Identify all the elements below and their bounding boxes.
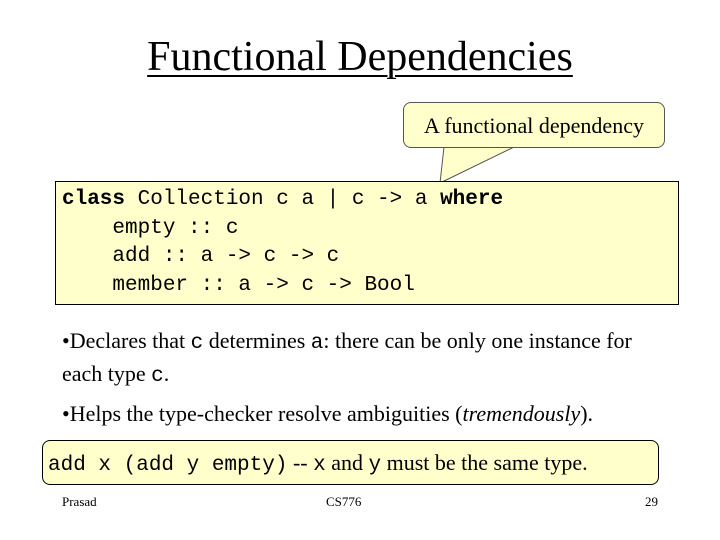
keyword-class: class: [62, 188, 126, 211]
bullet-text: Helps the type-checker resolve ambiguiti…: [69, 401, 463, 426]
bullet-helps: •Helps the type-checker resolve ambiguit…: [62, 399, 593, 429]
code-c: c: [190, 332, 204, 355]
bullet-declares: •Declares that c determines a: there can…: [62, 326, 672, 392]
footer-author: Prasad: [62, 494, 97, 509]
code-block: class Collection c a | c -> a where empt…: [55, 181, 679, 305]
code-y: y: [368, 454, 382, 477]
bullet-text: Declares that: [69, 328, 191, 353]
code-a: a: [310, 332, 324, 355]
footer-page-number: 29: [645, 494, 658, 509]
example-text-rest: must be the same type.: [381, 450, 588, 475]
code-x: x: [313, 454, 326, 477]
footer-course: CS776: [326, 494, 362, 509]
example-dashes: --: [287, 450, 308, 475]
code-line4: member :: a -> c -> Bool: [62, 273, 415, 297]
slide-title: Functional Dependencies: [147, 34, 573, 80]
bullet-marker: •: [62, 328, 70, 353]
code-line1-middle: Collection c a | c -> a: [125, 188, 441, 211]
bullet-text: .: [163, 361, 170, 386]
example-text: add x (add y empty) -- x and y must be t…: [48, 441, 588, 486]
example-code: add x (add y empty): [48, 454, 288, 477]
bullet-text: ).: [580, 401, 594, 426]
callout-bubble: A functional dependency: [403, 102, 665, 148]
example-box: add x (add y empty) -- x and y must be t…: [42, 440, 659, 485]
emphasis-tremendously: tremendously: [462, 401, 581, 426]
bullet-marker: •: [62, 401, 70, 426]
keyword-where: where: [440, 188, 504, 211]
bullet-text: determines: [203, 328, 311, 353]
example-text-and: and: [325, 450, 369, 475]
code-line2: empty :: c: [62, 216, 239, 240]
code-line3: add :: a -> c -> c: [62, 245, 340, 268]
code-text: class Collection c a | c -> a where empt…: [62, 186, 503, 300]
code-c: c: [151, 365, 164, 388]
callout-text: A functional dependency: [424, 113, 644, 138]
